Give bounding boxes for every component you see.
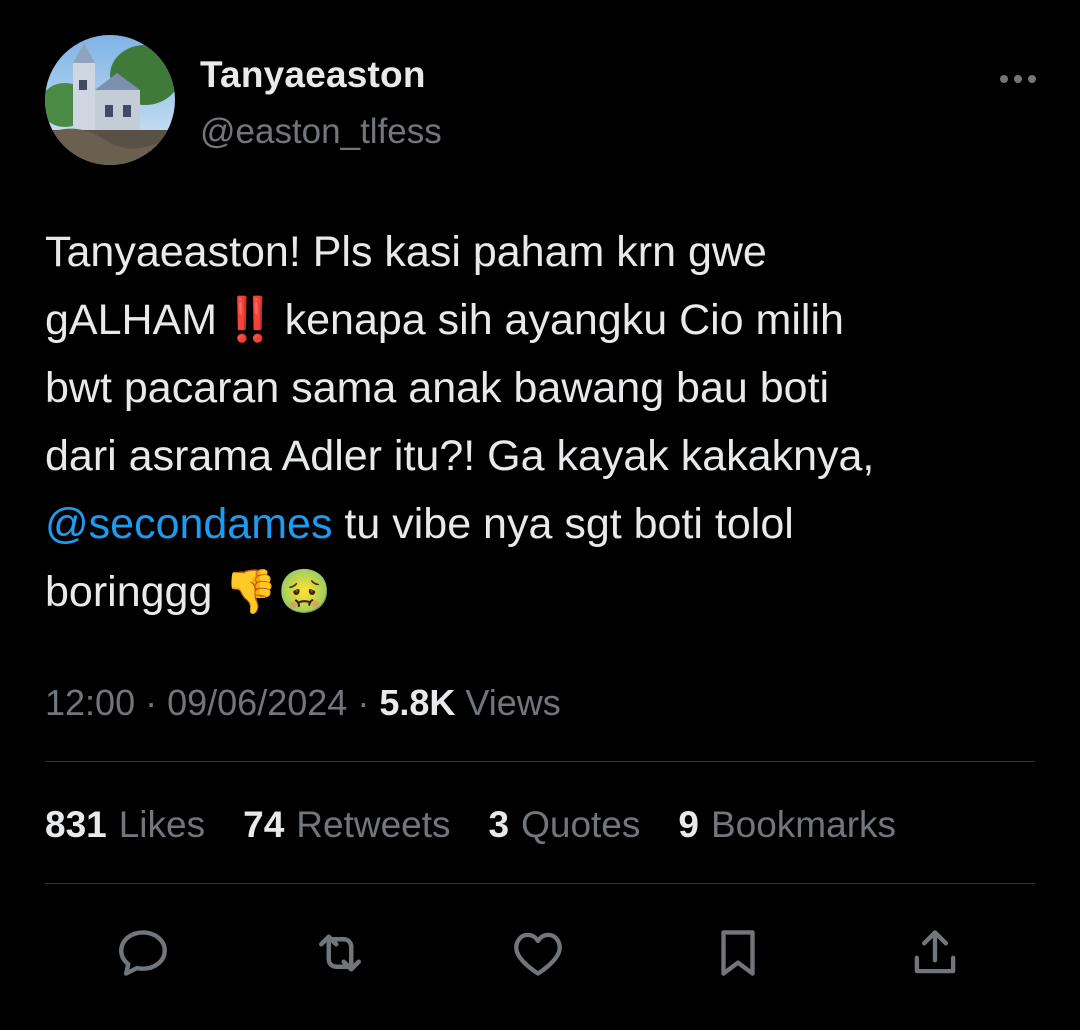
retweets-label: Retweets [296, 804, 451, 845]
meta-separator: · [357, 682, 380, 723]
tweet-line: boringgg 👎🤢 [45, 558, 1035, 626]
quotes-count: 3 [488, 804, 510, 845]
likes-label: Likes [118, 804, 206, 845]
tweet-date[interactable]: 09/06/2024 [167, 682, 347, 723]
avatar[interactable] [45, 35, 175, 165]
more-dot [1000, 75, 1008, 83]
tweet-text-segment: gALHAM [45, 296, 218, 344]
tweet-text-segment: kenapa sih ayangku Cio milih [284, 296, 844, 344]
quotes-stat[interactable]: 3 Quotes [489, 804, 641, 846]
share-icon [914, 930, 956, 974]
tweet-text-segment: boringgg [45, 568, 213, 616]
mention-link[interactable]: @secondames [45, 500, 332, 548]
reply-button[interactable] [108, 918, 178, 988]
tweet-line: bwt pacaran sama anak bawang bau boti [45, 364, 830, 412]
retweets-count: 74 [243, 804, 285, 845]
meta-separator: · [145, 682, 168, 723]
tweet-text: Tanyaeaston! Pls kasi paham krn gwe gALH… [45, 218, 1035, 626]
bookmarks-label: Bookmarks [710, 804, 897, 845]
likes-stat[interactable]: 831 Likes [45, 804, 205, 846]
views-count: 5.8K [379, 682, 456, 723]
double-exclamation-emoji: ‼️ [223, 296, 276, 344]
views-label: Views [465, 682, 561, 723]
retweets-stat[interactable]: 74 Retweets [243, 804, 450, 846]
engagement-stats: 831 Likes 74 Retweets 3 Quotes 9 Bookmarks [45, 804, 896, 846]
more-dot [1028, 75, 1036, 83]
share-button[interactable] [900, 918, 970, 988]
tweet-line: gALHAM ‼️ kenapa sih ayangku Cio milih [45, 286, 1035, 354]
tweet-line: dari asrama Adler itu?! Ga kayak kakakny… [45, 432, 875, 480]
bookmark-icon [721, 930, 755, 976]
like-icon [514, 932, 562, 976]
bookmark-button[interactable] [703, 918, 773, 988]
thumbs-down-nauseated-emoji: 👎🤢 [224, 568, 332, 616]
tweet-line: Tanyaeaston! Pls kasi paham krn gwe [45, 228, 767, 276]
tweet-meta: 12:00 · 09/06/2024 · 5.8K Views [45, 682, 561, 724]
action-bar [45, 918, 1035, 988]
author-handle[interactable]: @easton_tlfess [200, 112, 442, 152]
like-button[interactable] [503, 918, 573, 988]
author-display-name[interactable]: Tanyaeaston [200, 54, 426, 96]
more-options-icon[interactable] [1000, 72, 1036, 86]
tweet-text-segment: tu vibe nya sgt boti tolol [332, 500, 794, 548]
reply-icon [119, 930, 167, 976]
divider [45, 883, 1035, 884]
more-dot [1014, 75, 1022, 83]
quotes-label: Quotes [521, 804, 641, 845]
tweet-line: @secondames tu vibe nya sgt boti tolol [45, 490, 1035, 558]
avatar-image [45, 35, 175, 165]
tweet-time[interactable]: 12:00 [45, 682, 135, 723]
divider [45, 761, 1035, 762]
bookmarks-stat[interactable]: 9 Bookmarks [678, 804, 896, 846]
retweet-icon [319, 934, 361, 972]
retweet-button[interactable] [305, 918, 375, 988]
likes-count: 831 [45, 804, 107, 845]
bookmarks-count: 9 [678, 804, 699, 845]
